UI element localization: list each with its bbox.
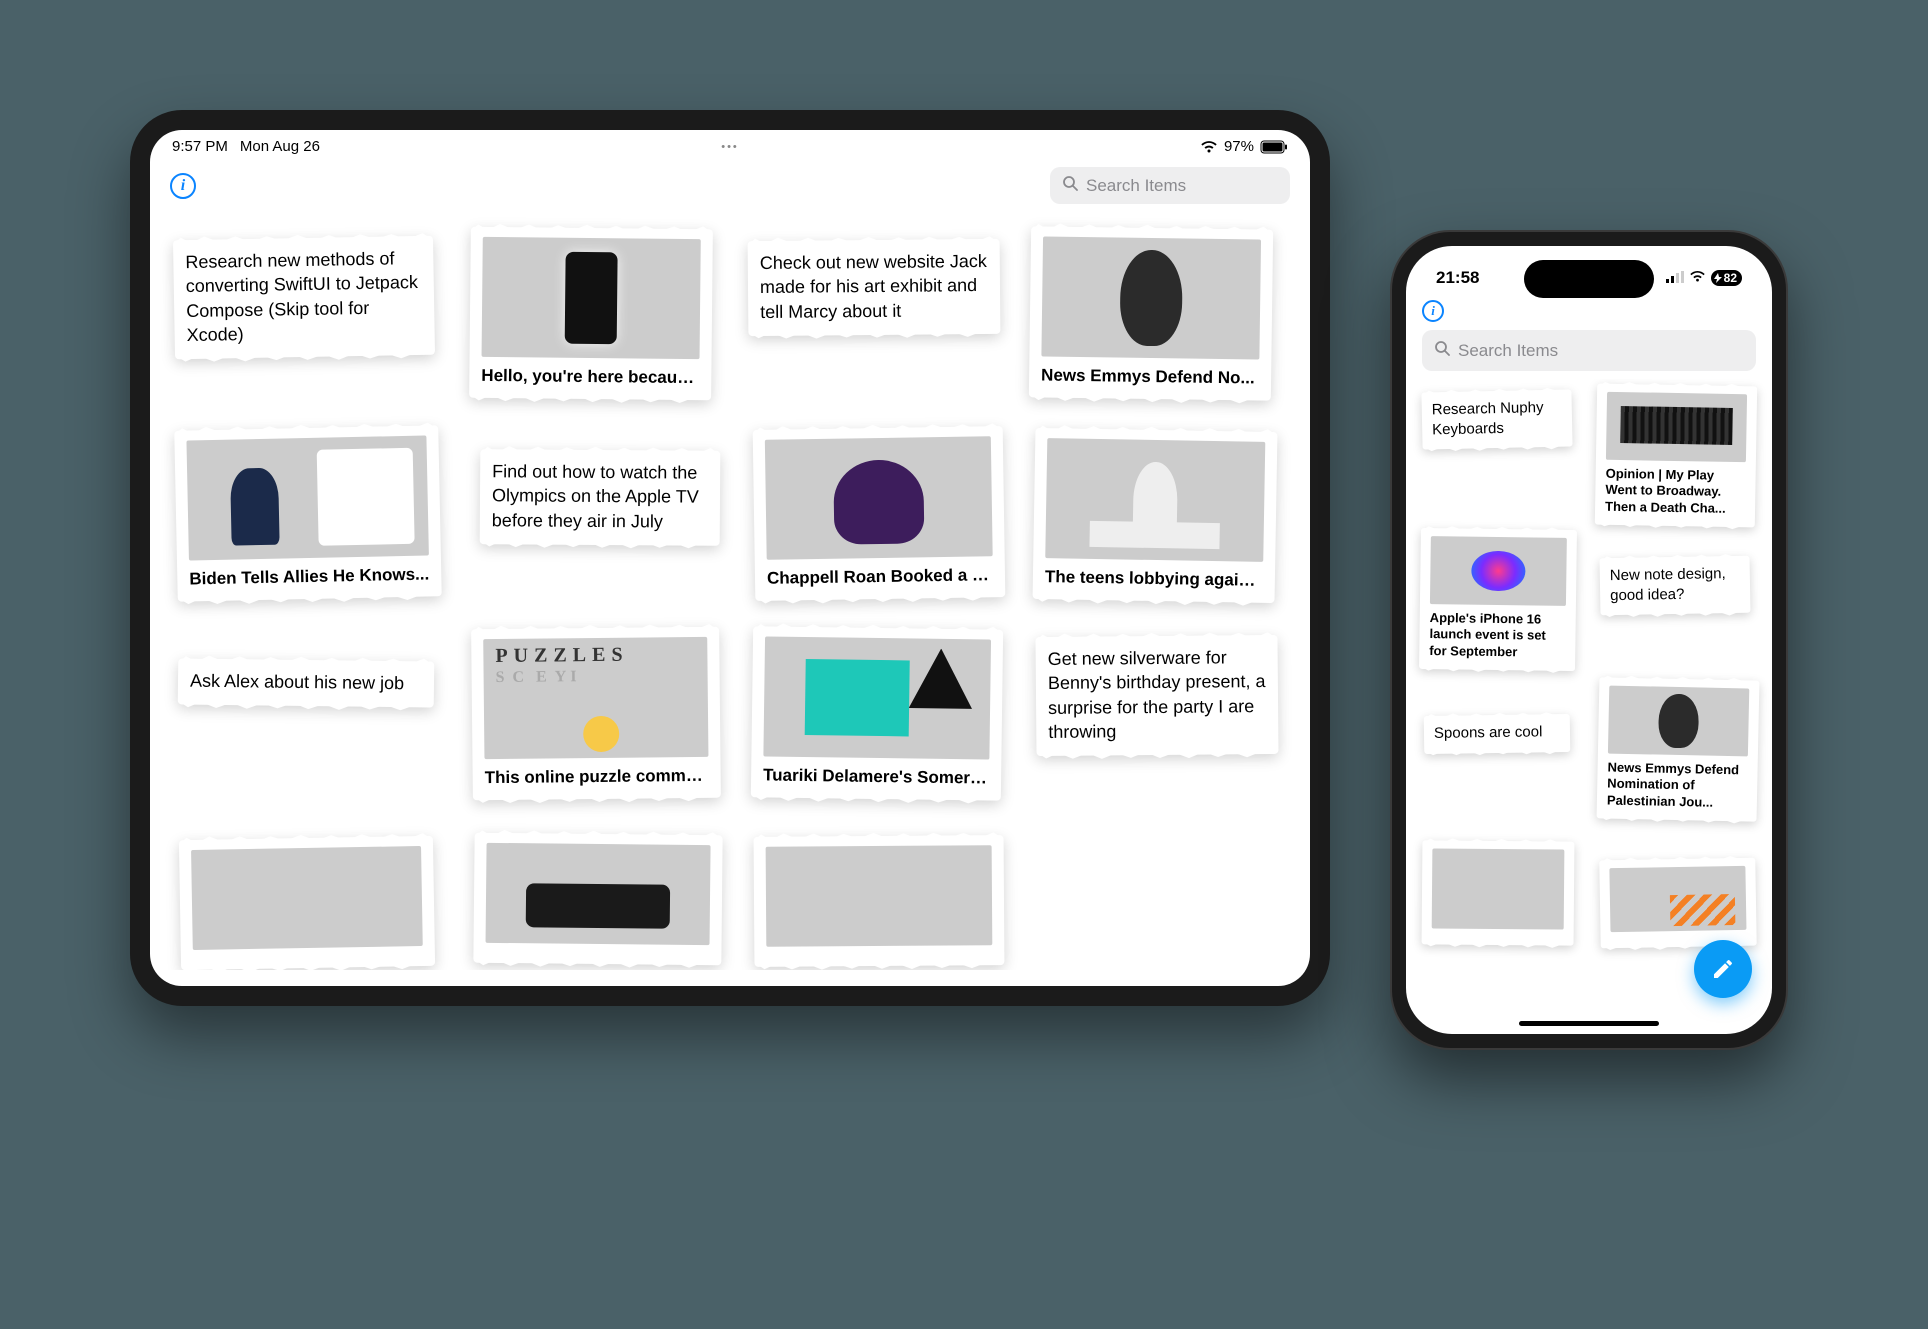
- search-input[interactable]: [1086, 176, 1278, 196]
- pencil-icon: [1711, 957, 1735, 981]
- note-card[interactable]: New note design, good idea?: [1600, 556, 1751, 616]
- home-indicator[interactable]: [1519, 1021, 1659, 1026]
- ipad-toolbar: i: [150, 157, 1310, 210]
- note-body: Research Nuphy Keyboards: [1432, 398, 1563, 440]
- battery-icon: [1260, 140, 1288, 154]
- card-thumbnail: [766, 845, 993, 947]
- card-thumbnail: [1609, 866, 1746, 932]
- iphone-device-frame: 21:58 82 i: [1390, 230, 1788, 1050]
- card-thumbnail: [186, 436, 428, 561]
- link-card[interactable]: Hello, you're here because y...: [469, 227, 713, 401]
- link-card[interactable]: Chappell Roan Booked a Tou...: [753, 426, 1006, 601]
- multitask-dots-icon[interactable]: •••: [721, 141, 739, 153]
- gemini-label: Gemini: [549, 891, 584, 903]
- note-card[interactable]: Check out new website Jack made for his …: [748, 239, 1001, 336]
- iphone-screen: 21:58 82 i: [1406, 246, 1772, 1034]
- card-title: Apple's iPhone 16 launch event is set fo…: [1429, 610, 1566, 661]
- battery-percent: 82: [1724, 271, 1737, 285]
- card-thumbnail: [1045, 438, 1265, 562]
- link-card[interactable]: [179, 836, 435, 970]
- ipad-screen: 9:57 PM Mon Aug 26 ••• 97% i: [150, 130, 1310, 986]
- ipad-status-bar: 9:57 PM Mon Aug 26 ••• 97%: [150, 130, 1310, 157]
- ipad-card-grid[interactable]: Research new methods of converting Swift…: [150, 210, 1310, 970]
- card-thumbnail: [1430, 536, 1567, 606]
- wifi-icon: [1689, 268, 1706, 288]
- note-body: Get new silverware for Benny's birthday …: [1048, 645, 1267, 744]
- card-title: Opinion | My Play Went to Broadway. Then…: [1605, 466, 1746, 517]
- card-thumbnail: PUZZLES S C E Y I: [483, 637, 708, 759]
- link-card[interactable]: The teens lobbying again...: [1033, 428, 1278, 603]
- note-body: Check out new website Jack made for his …: [760, 249, 989, 324]
- note-body: Research new methods of converting Swift…: [185, 246, 423, 347]
- battery-badge: 82: [1711, 270, 1742, 286]
- search-field[interactable]: [1422, 330, 1756, 371]
- status-date: Mon Aug 26: [240, 138, 320, 155]
- link-card[interactable]: Gemini: [473, 833, 722, 966]
- card-title: Hello, you're here because y...: [481, 365, 699, 389]
- dynamic-island: [1524, 260, 1654, 298]
- puzzle-text: PUZZLES: [495, 644, 628, 668]
- card-thumbnail: [765, 436, 993, 560]
- card-thumbnail: [1432, 848, 1565, 929]
- status-time: 9:57 PM: [172, 138, 228, 155]
- status-time: 21:58: [1436, 268, 1479, 288]
- card-title: The teens lobbying again...: [1045, 566, 1263, 591]
- card-title: News Emmys Defend Nomination of Palestin…: [1607, 760, 1748, 812]
- card-title: News Emmys Defend No...: [1041, 364, 1259, 388]
- note-card[interactable]: Spoons are cool: [1424, 714, 1571, 754]
- card-thumbnail: [482, 237, 701, 359]
- link-card[interactable]: News Emmys Defend Nomination of Palestin…: [1597, 677, 1760, 821]
- info-button[interactable]: i: [1422, 300, 1444, 322]
- battery-percent: 97%: [1224, 138, 1254, 155]
- ipad-device-frame: 9:57 PM Mon Aug 26 ••• 97% i: [130, 110, 1330, 1006]
- card-title: Tuariki Delamere's Somersa...: [763, 764, 989, 788]
- search-field[interactable]: [1050, 167, 1290, 204]
- card-thumbnail: [763, 636, 991, 759]
- info-button[interactable]: i: [170, 173, 196, 199]
- card-thumbnail: [191, 846, 423, 950]
- link-card[interactable]: Biden Tells Allies He Knows...: [174, 425, 442, 602]
- card-thumbnail: [1041, 236, 1261, 359]
- compose-button[interactable]: [1694, 940, 1752, 998]
- note-body: Spoons are cool: [1434, 722, 1560, 743]
- note-card[interactable]: Get new silverware for Benny's birthday …: [1035, 635, 1278, 756]
- search-input[interactable]: [1458, 341, 1744, 361]
- note-card[interactable]: Research new methods of converting Swift…: [173, 236, 435, 360]
- card-title: Biden Tells Allies He Knows...: [189, 563, 429, 589]
- link-card[interactable]: News Emmys Defend No...: [1029, 226, 1273, 401]
- card-thumbnail: [1608, 686, 1749, 757]
- card-title: Chappell Roan Booked a Tou...: [767, 564, 993, 589]
- link-card[interactable]: [754, 835, 1005, 967]
- note-card[interactable]: Find out how to watch the Olympics on th…: [480, 449, 721, 546]
- iphone-toolbar: i: [1406, 292, 1772, 379]
- iphone-card-grid[interactable]: Research Nuphy Keyboards Opinion | My Pl…: [1406, 379, 1772, 1034]
- note-body: Ask Alex about his new job: [190, 669, 422, 696]
- link-card[interactable]: Tuariki Delamere's Somersa...: [751, 626, 1003, 801]
- link-card[interactable]: Opinion | My Play Went to Broadway. Then…: [1595, 384, 1757, 528]
- search-icon: [1062, 175, 1078, 196]
- link-card[interactable]: PUZZLES S C E Y I This online puzzle com…: [471, 627, 721, 801]
- link-card[interactable]: [1422, 840, 1575, 945]
- cellular-icon: [1666, 268, 1684, 288]
- card-title: This online puzzle communit...: [485, 765, 709, 789]
- note-body: Find out how to watch the Olympics on th…: [492, 459, 709, 533]
- note-card[interactable]: Ask Alex about his new job: [178, 658, 435, 707]
- note-card[interactable]: Research Nuphy Keyboards: [1421, 389, 1572, 449]
- note-body: New note design, good idea?: [1610, 564, 1741, 605]
- search-icon: [1434, 340, 1450, 361]
- card-thumbnail: Gemini: [486, 843, 711, 945]
- link-card[interactable]: Apple's iPhone 16 launch event is set fo…: [1419, 528, 1577, 671]
- link-card[interactable]: [1599, 858, 1757, 949]
- card-thumbnail: [1606, 392, 1747, 462]
- wifi-icon: [1200, 140, 1218, 154]
